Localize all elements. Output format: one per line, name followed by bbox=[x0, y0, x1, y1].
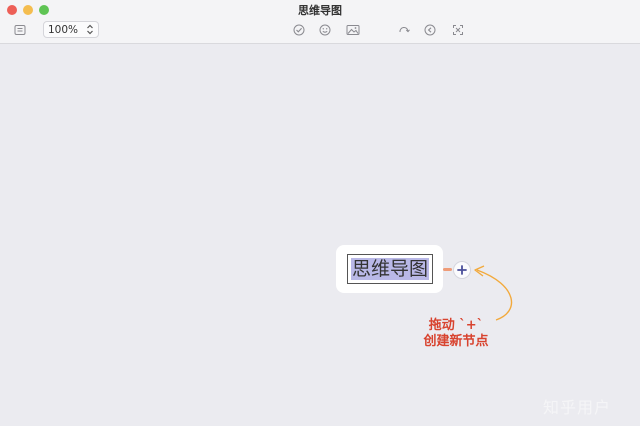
hint-arrow-icon bbox=[474, 265, 513, 321]
watermark: 知乎用户 bbox=[543, 398, 612, 417]
drag-hint-line2: 创建新节点 bbox=[423, 334, 489, 349]
